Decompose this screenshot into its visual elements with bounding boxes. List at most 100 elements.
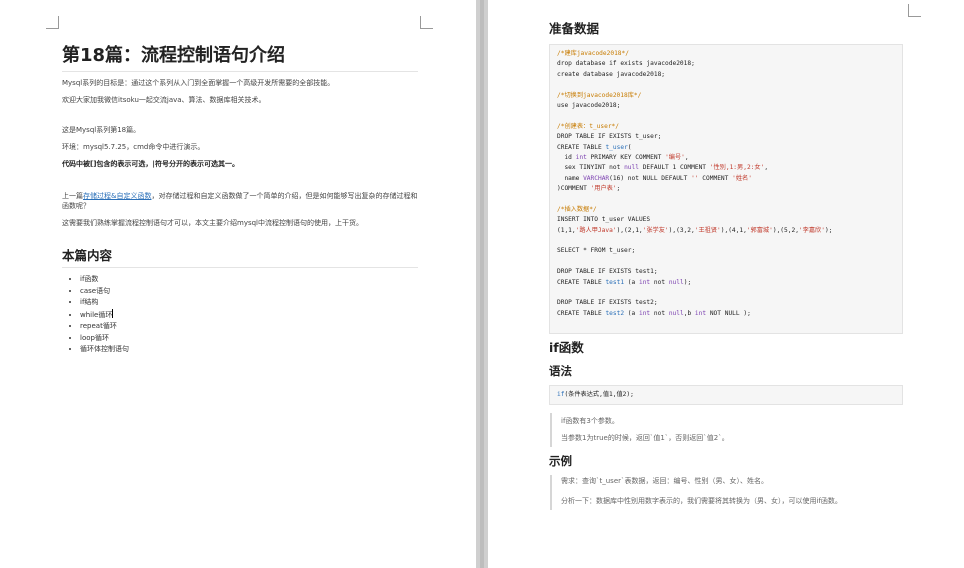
code-token: DROP TABLE IF EXISTS test1; [557,268,658,276]
example-note-1: 需求：查询`t_user`表数据，返回：编号、性别（男、女）、姓名。 [561,477,769,485]
code-token: t_user [605,143,628,151]
code-line: name VARCHAR(16) not NULL DEFAULT '' COM… [557,174,895,184]
code-token: DROP TABLE IF EXISTS test2; [557,299,658,307]
code-token: /*创建表：t_user*/ [557,122,620,130]
code-token: not [650,278,669,286]
code-token: VARCHAR [583,174,610,182]
code-token: '李嘉欣' [798,226,825,234]
code-token: sex TINYINT not [557,164,625,172]
code-line: /*插入数据*/ [557,205,895,215]
example-note-quote: 需求：查询`t_user`表数据，返回：编号、性别（男、女）、姓名。 分析一下：… [550,475,903,510]
code-token: ; [616,185,621,193]
code-token: test1 [605,278,625,286]
right-page: 准备数据 /*建库javacode2018*/ drop database if … [488,0,964,568]
code-token: '郭富城' [746,226,773,234]
toc-item-text: while循环 [80,310,113,319]
code-token: test2 [605,309,625,317]
code-token: drop database if exists javacode2018; [557,60,695,68]
code-line: /*切换到javacode2018库*/ [557,91,895,101]
toc-item: loop循环 [80,333,418,345]
toc-item: if结构 [80,297,418,309]
prev-prefix: 上一篇 [62,192,83,200]
code-token: null [668,278,684,286]
code-token: '' [691,174,699,182]
code-line: DROP TABLE IF EXISTS test2; [557,298,895,308]
toc-list: if函数 case语句 if结构 while循环 repeat循环 loop循环… [62,274,418,356]
code-token: '性别,1:男,2:女' [709,164,765,172]
code-token: '用户表' [590,185,617,193]
example-note-2: 分析一下：数据库中性别用数字表示的，我们需要将其转换为（男、女），可以使用if函… [561,497,842,505]
need-paragraph: 这需要我们熟练掌握流程控制语句才可以，本文主要介绍mysql中流程控制语句的使用… [62,219,363,227]
code-token: int [638,278,651,286]
example-heading: 示例 [549,454,572,468]
page-gutter-shadow [480,0,484,568]
toc-item: case语句 [80,286,418,298]
previous-article-paragraph: 上一篇存储过程&自定义函数，对存储过程和自定义函数做了一个简单的介绍，但是如何能… [62,191,418,211]
code-token: use javacode2018; [557,101,621,109]
syntax-code-block: if(条件表达式,值1,值2); [549,385,903,405]
code-token: create database javacode2018; [557,70,666,78]
code-token: (a [624,309,639,317]
code-token: ); [683,278,692,286]
code-token: ( [627,143,632,151]
syntax-note-quote: if函数有3个参数。 当参数1为true的时候，返回`值1`，否则返回`值2`。 [550,413,903,447]
syntax-heading: 语法 [549,364,572,378]
code-token: CREATE TABLE [557,143,606,151]
code-line: SELECT * FROM t_user; [557,246,895,256]
code-line: /*创建表：t_user*/ [557,122,895,132]
article-title: 第18篇：流程控制语句介绍 [62,44,418,72]
if-function-heading: if函数 [549,340,584,355]
left-content: 第18篇：流程控制语句介绍 Mysql系列的目标是：通过这个系列从入门到全面掌握… [62,44,418,356]
code-token: COMMENT [698,174,733,182]
code-token: int [638,309,651,317]
code-line: create database javacode2018; [557,70,895,80]
syntax-note-1: if函数有3个参数。 [561,417,619,425]
code-token: )COMMENT [557,185,591,193]
wechat-paragraph: 欢迎大家加我微信itsoku一起交流java、算法、数据库相关技术。 [62,96,266,104]
code-token: CREATE TABLE [557,278,606,286]
code-line: if(条件表达式,值1,值2); [557,390,895,400]
code-line: use javacode2018; [557,101,895,111]
code-token: PRIMARY KEY COMMENT [586,153,666,161]
toc-item: 循环体控制语句 [80,344,418,356]
code-line: drop database if exists javacode2018; [557,59,895,69]
code-token: '张学友' [642,226,669,234]
code-line: INSERT INTO t_user VALUES [557,215,895,225]
code-line: id int PRIMARY KEY COMMENT '编号', [557,153,895,163]
code-token: null [668,309,684,317]
code-token: NOT NULL ); [706,309,751,317]
code-token: ),(5,2, [772,226,799,234]
prepare-data-code-block: /*建库javacode2018*/ drop database if exist… [549,44,903,334]
code-token: null [624,164,639,172]
code-token: (1,1, [557,226,576,234]
code-line: CREATE TABLE test1 (a int not null); [557,278,895,288]
code-line: CREATE TABLE t_user( [557,143,895,153]
previous-article-link[interactable]: 存储过程&自定义函数 [83,192,151,200]
toc-heading: 本篇内容 [62,248,418,268]
prepare-data-heading: 准备数据 [549,21,600,36]
code-token: '编号' [665,153,685,161]
code-token: int [694,309,707,317]
crop-mark [420,16,433,29]
intro-paragraph: Mysql系列的目标是：通过这个系列从入门到全面掌握一个高级开发所需要的全部技能… [62,79,335,87]
code-token: id [557,153,576,161]
syntax-note-paragraph: 代码中被[]包含的表示可选，|符号分开的表示可选其一。 [62,160,239,168]
code-token: '王祖贤' [694,226,721,234]
right-content: 准备数据 /*建库javacode2018*/ drop database if … [549,20,903,516]
code-token: /*切换到javacode2018库*/ [557,91,642,99]
code-line: DROP TABLE IF EXISTS test1; [557,267,895,277]
code-token: /*插入数据*/ [557,205,597,213]
code-token: /*建库javacode2018*/ [557,50,629,57]
code-token: ),(3,2, [668,226,695,234]
toc-item: while循环 [80,308,418,322]
code-token: ),(2,1, [616,226,643,234]
code-token: ,b [683,309,695,317]
code-token: ); [824,226,833,234]
syntax-note-2: 当参数1为true的时候，返回`值1`，否则返回`值2`。 [561,434,729,442]
code-token: '姓名' [732,174,752,182]
text-cursor [112,308,114,318]
